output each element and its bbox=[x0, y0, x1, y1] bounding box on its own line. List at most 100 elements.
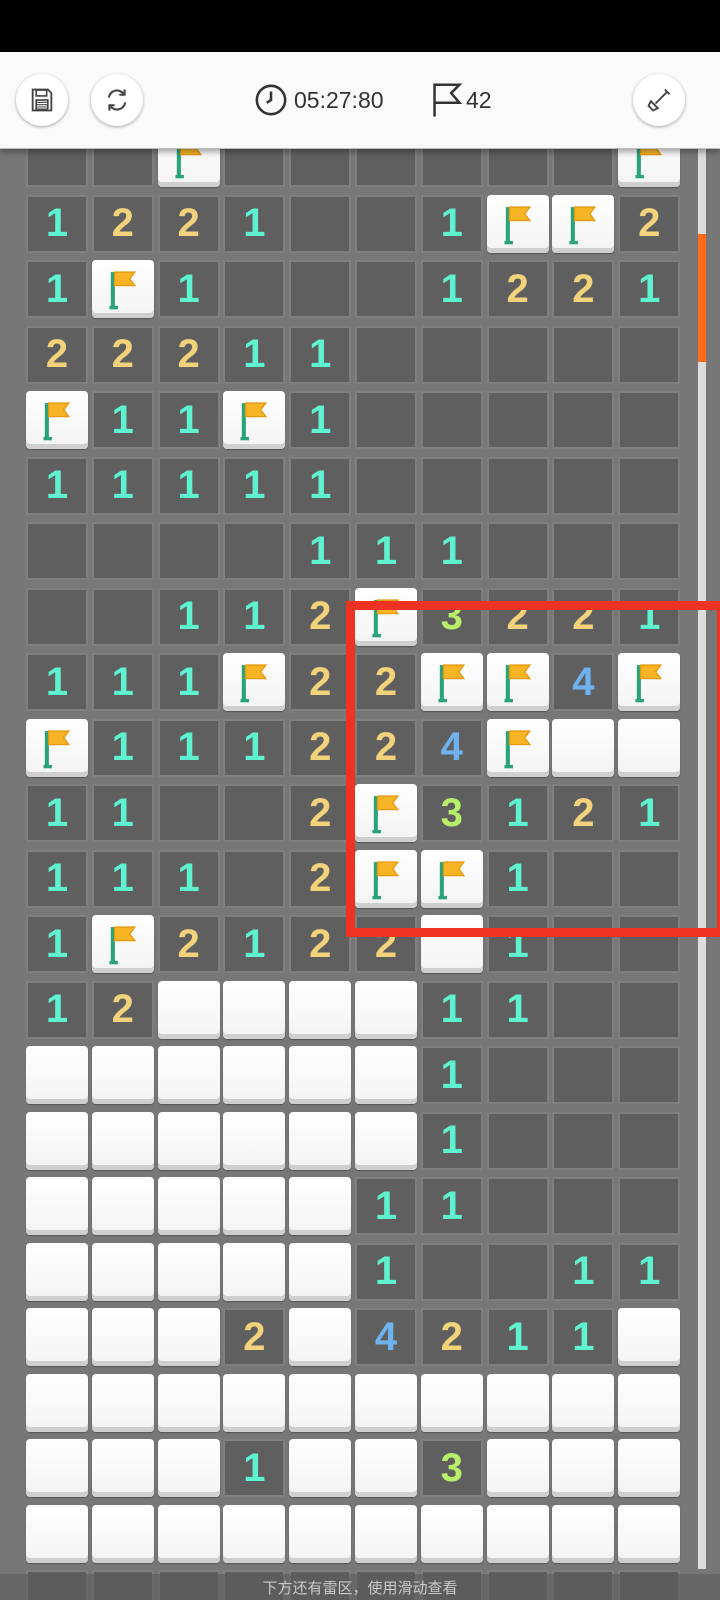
revealed-empty-cell[interactable] bbox=[289, 194, 352, 253]
revealed-number-cell[interactable]: 1 bbox=[91, 784, 154, 842]
revealed-number-cell[interactable]: 1 bbox=[420, 522, 483, 580]
flagged-cell[interactable] bbox=[618, 149, 681, 187]
unrevealed-cell[interactable] bbox=[289, 1177, 352, 1235]
revealed-empty-cell[interactable] bbox=[223, 849, 286, 908]
revealed-empty-cell[interactable] bbox=[91, 522, 154, 580]
revealed-empty-cell[interactable] bbox=[486, 522, 549, 580]
revealed-number-cell[interactable]: 1 bbox=[420, 194, 483, 253]
unrevealed-cell[interactable] bbox=[91, 1504, 154, 1563]
revealed-number-cell[interactable]: 1 bbox=[91, 718, 154, 777]
revealed-empty-cell[interactable] bbox=[552, 1177, 615, 1235]
scrollbar-thumb[interactable] bbox=[698, 234, 706, 362]
unrevealed-cell[interactable] bbox=[157, 1308, 220, 1366]
unrevealed-cell[interactable] bbox=[355, 1046, 417, 1104]
revealed-number-cell[interactable]: 1 bbox=[223, 718, 286, 777]
revealed-empty-cell[interactable] bbox=[618, 980, 681, 1039]
revealed-number-cell[interactable]: 2 bbox=[157, 194, 220, 253]
revealed-number-cell[interactable]: 1 bbox=[420, 980, 483, 1039]
unrevealed-cell[interactable] bbox=[355, 1373, 417, 1432]
unrevealed-cell[interactable] bbox=[486, 1504, 549, 1563]
revealed-empty-cell[interactable] bbox=[420, 391, 483, 449]
revealed-number-cell[interactable]: 1 bbox=[26, 849, 88, 908]
unrevealed-cell[interactable] bbox=[157, 1046, 220, 1104]
revealed-empty-cell[interactable] bbox=[486, 325, 549, 384]
revealed-empty-cell[interactable] bbox=[552, 456, 615, 515]
revealed-number-cell[interactable]: 1 bbox=[618, 260, 681, 318]
revealed-number-cell[interactable]: 1 bbox=[355, 1177, 417, 1235]
revealed-empty-cell[interactable] bbox=[552, 980, 615, 1039]
revealed-number-cell[interactable]: 2 bbox=[223, 1308, 286, 1366]
revealed-empty-cell[interactable] bbox=[157, 784, 220, 842]
revealed-number-cell[interactable]: 1 bbox=[26, 980, 88, 1039]
revealed-empty-cell[interactable] bbox=[355, 194, 417, 253]
unrevealed-cell[interactable] bbox=[420, 1373, 483, 1432]
revealed-number-cell[interactable]: 1 bbox=[26, 784, 88, 842]
revealed-empty-cell[interactable] bbox=[289, 260, 352, 318]
unrevealed-cell[interactable] bbox=[26, 1308, 88, 1366]
unrevealed-cell[interactable] bbox=[91, 1111, 154, 1170]
unrevealed-cell[interactable] bbox=[157, 1242, 220, 1301]
revealed-empty-cell[interactable] bbox=[420, 149, 483, 187]
unrevealed-cell[interactable] bbox=[91, 1046, 154, 1104]
revealed-number-cell[interactable]: 1 bbox=[91, 849, 154, 908]
revealed-empty-cell[interactable] bbox=[486, 391, 549, 449]
revealed-empty-cell[interactable] bbox=[420, 456, 483, 515]
revealed-empty-cell[interactable] bbox=[26, 522, 88, 580]
revealed-number-cell[interactable]: 3 bbox=[420, 1439, 483, 1497]
revealed-number-cell[interactable]: 1 bbox=[618, 1242, 681, 1301]
unrevealed-cell[interactable] bbox=[91, 1177, 154, 1235]
unrevealed-cell[interactable] bbox=[618, 1439, 681, 1497]
unrevealed-cell[interactable] bbox=[355, 1439, 417, 1497]
revealed-number-cell[interactable]: 1 bbox=[157, 718, 220, 777]
unrevealed-cell[interactable] bbox=[157, 1504, 220, 1563]
revealed-number-cell[interactable]: 1 bbox=[223, 325, 286, 384]
revealed-number-cell[interactable]: 1 bbox=[223, 915, 286, 973]
revealed-number-cell[interactable]: 1 bbox=[91, 653, 154, 711]
revealed-number-cell[interactable]: 1 bbox=[26, 456, 88, 515]
flagged-cell[interactable] bbox=[157, 149, 220, 187]
revealed-number-cell[interactable]: 1 bbox=[157, 653, 220, 711]
tool-toggle-button[interactable] bbox=[633, 74, 685, 126]
revealed-number-cell[interactable]: 2 bbox=[618, 194, 681, 253]
unrevealed-cell[interactable] bbox=[157, 1177, 220, 1235]
revealed-empty-cell[interactable] bbox=[618, 1177, 681, 1235]
unrevealed-cell[interactable] bbox=[618, 1504, 681, 1563]
revealed-empty-cell[interactable] bbox=[552, 1046, 615, 1104]
revealed-empty-cell[interactable] bbox=[486, 1111, 549, 1170]
revealed-number-cell[interactable]: 1 bbox=[289, 522, 352, 580]
unrevealed-cell[interactable] bbox=[289, 980, 352, 1039]
unrevealed-cell[interactable] bbox=[289, 1504, 352, 1563]
unrevealed-cell[interactable] bbox=[223, 1373, 286, 1432]
revealed-number-cell[interactable]: 1 bbox=[26, 915, 88, 973]
revealed-number-cell[interactable]: 1 bbox=[552, 1242, 615, 1301]
revealed-number-cell[interactable]: 1 bbox=[157, 391, 220, 449]
unrevealed-cell[interactable] bbox=[289, 1046, 352, 1104]
unrevealed-cell[interactable] bbox=[552, 1373, 615, 1432]
unrevealed-cell[interactable] bbox=[26, 1504, 88, 1563]
revealed-number-cell[interactable]: 2 bbox=[91, 980, 154, 1039]
revealed-empty-cell[interactable] bbox=[26, 149, 88, 187]
revealed-number-cell[interactable]: 1 bbox=[289, 325, 352, 384]
unrevealed-cell[interactable] bbox=[26, 1046, 88, 1104]
revealed-number-cell[interactable]: 1 bbox=[157, 260, 220, 318]
flagged-cell[interactable] bbox=[91, 260, 154, 318]
unrevealed-cell[interactable] bbox=[157, 1373, 220, 1432]
revealed-empty-cell[interactable] bbox=[289, 149, 352, 187]
unrevealed-cell[interactable] bbox=[420, 1504, 483, 1563]
save-button[interactable] bbox=[16, 74, 68, 126]
revealed-number-cell[interactable]: 1 bbox=[420, 260, 483, 318]
revealed-number-cell[interactable]: 1 bbox=[420, 1111, 483, 1170]
revealed-empty-cell[interactable] bbox=[618, 522, 681, 580]
unrevealed-cell[interactable] bbox=[355, 1111, 417, 1170]
revealed-empty-cell[interactable] bbox=[223, 784, 286, 842]
unrevealed-cell[interactable] bbox=[26, 1373, 88, 1432]
unrevealed-cell[interactable] bbox=[552, 1504, 615, 1563]
revealed-number-cell[interactable]: 1 bbox=[420, 1177, 483, 1235]
revealed-empty-cell[interactable] bbox=[355, 391, 417, 449]
revealed-number-cell[interactable]: 1 bbox=[289, 391, 352, 449]
revealed-empty-cell[interactable] bbox=[223, 149, 286, 187]
unrevealed-cell[interactable] bbox=[157, 1439, 220, 1497]
unrevealed-cell[interactable] bbox=[223, 1111, 286, 1170]
revealed-empty-cell[interactable] bbox=[486, 1242, 549, 1301]
revealed-empty-cell[interactable] bbox=[618, 456, 681, 515]
